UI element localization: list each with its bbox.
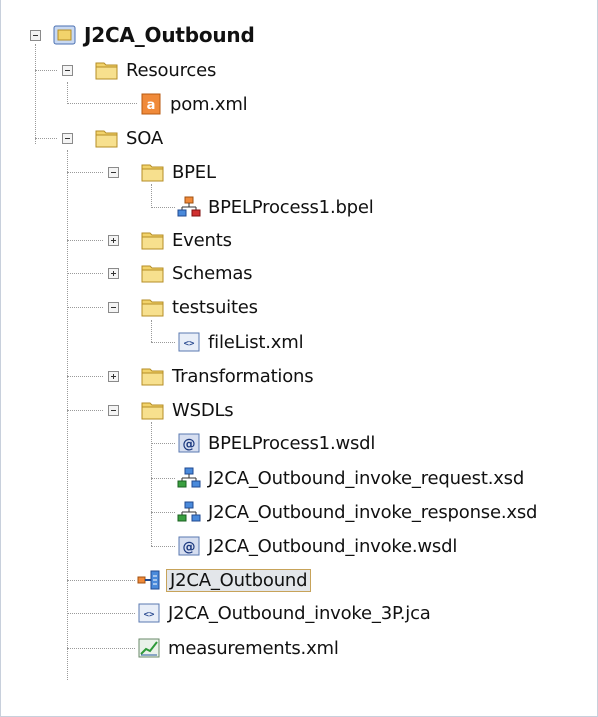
tree-connector	[151, 546, 175, 547]
tree-connector	[67, 240, 103, 241]
tree-node-label: pom.xml	[170, 93, 248, 115]
tree-connector	[151, 342, 175, 343]
tree-node-bpelprocess1-bpel[interactable]: BPELProcess1.bpel	[177, 191, 374, 223]
folder-icon	[141, 262, 165, 284]
tree-node-label: J2CA_Outbound_invoke_request.xsd	[208, 467, 525, 489]
xml-file-icon: <>	[177, 331, 201, 353]
tree-node-bpelprocess1-wsdl[interactable]: @ BPELProcess1.wsdl	[177, 427, 375, 459]
tree-connector	[151, 207, 175, 208]
tree-node-pom-xml[interactable]: a pom.xml	[139, 88, 248, 120]
tree-node-label: SOA	[126, 127, 163, 149]
svg-text:@: @	[183, 540, 196, 555]
tree-node-invoke-wsdl[interactable]: @ J2CA_Outbound_invoke.wsdl	[177, 530, 457, 562]
tree-connector	[151, 443, 175, 444]
tree-node-response-xsd[interactable]: J2CA_Outbound_invoke_response.xsd	[177, 496, 537, 528]
bpel-process-icon	[177, 196, 201, 218]
svg-text:<>: <>	[184, 339, 195, 349]
tree-node-label: measurements.xml	[168, 637, 339, 659]
svg-text:a: a	[147, 98, 156, 113]
tree-connector	[67, 103, 137, 104]
tree-node-j2ca-outbound-adapter[interactable]: J2CA_Outbound	[137, 564, 312, 596]
project-icon	[53, 24, 77, 46]
tree-connector	[35, 138, 57, 139]
tree-node-bpel[interactable]: BPEL	[141, 156, 216, 188]
tree-connector	[151, 320, 152, 342]
tree-connector	[67, 82, 68, 104]
tree-connector	[35, 70, 57, 71]
tree-node-transformations[interactable]: Transformations	[141, 360, 314, 392]
wsdl-file-icon: @	[177, 432, 201, 454]
tree-node-resources[interactable]: Resources	[95, 54, 216, 86]
tree-connector	[67, 410, 103, 411]
tree-connector	[151, 512, 175, 513]
tree-node-label: J2CA_Outbound_invoke.wsdl	[208, 535, 458, 557]
folder-icon	[141, 296, 165, 318]
wsdl-file-icon: @	[177, 535, 201, 557]
tree-connector	[67, 307, 103, 308]
expand-transformations-toggle[interactable]	[108, 371, 119, 382]
tree-node-measurements-xml[interactable]: measurements.xml	[137, 632, 339, 664]
tree-node-root[interactable]: J2CA_Outbound	[53, 19, 255, 51]
collapse-root-toggle[interactable]	[30, 30, 41, 41]
tree-node-label: J2CA_Outbound_invoke_3P.jca	[168, 602, 431, 624]
expand-events-toggle[interactable]	[108, 235, 119, 246]
expand-schemas-toggle[interactable]	[108, 268, 119, 279]
collapse-bpel-toggle[interactable]	[108, 167, 119, 178]
tree-node-filelist-xml[interactable]: <> fileList.xml	[177, 326, 304, 358]
folder-icon	[141, 161, 165, 183]
collapse-testsuites-toggle[interactable]	[108, 302, 119, 313]
measurements-chart-icon	[137, 637, 161, 659]
tree-connector	[67, 580, 135, 581]
tree-node-jca-file[interactable]: <> J2CA_Outbound_invoke_3P.jca	[137, 597, 431, 629]
tree-node-events[interactable]: Events	[141, 224, 232, 256]
tree-node-label: J2CA_Outbound	[166, 568, 312, 592]
project-tree: J2CA_Outbound Resources a pom.xml SOA BP…	[0, 0, 598, 717]
tree-node-label: Transformations	[172, 365, 314, 387]
tree-connector	[67, 613, 135, 614]
tree-node-label: testsuites	[172, 296, 258, 318]
tree-node-wsdls[interactable]: WSDLs	[141, 394, 234, 426]
tree-connector	[67, 273, 103, 274]
folder-icon	[141, 365, 165, 387]
tree-connector	[151, 422, 152, 546]
collapse-wsdls-toggle[interactable]	[108, 405, 119, 416]
tree-connector	[67, 172, 103, 173]
tree-node-label: J2CA_Outbound_invoke_response.xsd	[208, 501, 538, 523]
maven-file-icon: a	[139, 93, 163, 115]
tree-node-soa[interactable]: SOA	[95, 122, 163, 154]
collapse-soa-toggle[interactable]	[62, 133, 73, 144]
folder-icon	[95, 59, 119, 81]
tree-node-schemas[interactable]: Schemas	[141, 257, 253, 289]
adapter-icon	[137, 569, 161, 591]
tree-connector	[35, 44, 36, 144]
svg-text:<>: <>	[144, 610, 155, 620]
schema-file-icon	[177, 501, 201, 523]
tree-node-label: BPEL	[172, 161, 216, 183]
schema-file-icon	[177, 467, 201, 489]
tree-node-label: fileList.xml	[208, 331, 304, 353]
tree-node-label: J2CA_Outbound	[84, 23, 255, 47]
tree-connector	[67, 376, 103, 377]
svg-text:@: @	[183, 437, 196, 452]
tree-node-testsuites[interactable]: testsuites	[141, 291, 258, 323]
folder-icon	[141, 399, 165, 421]
tree-connector	[67, 648, 135, 649]
tree-node-label: Schemas	[172, 262, 253, 284]
tree-node-label: WSDLs	[172, 399, 234, 421]
tree-connector	[151, 478, 175, 479]
folder-icon	[141, 229, 165, 251]
tree-connector	[67, 150, 68, 680]
collapse-resources-toggle[interactable]	[62, 65, 73, 76]
tree-node-label: Resources	[126, 59, 217, 81]
tree-node-label: BPELProcess1.wsdl	[208, 432, 376, 454]
xml-file-icon: <>	[137, 602, 161, 624]
folder-icon	[95, 127, 119, 149]
tree-node-label: Events	[172, 229, 232, 251]
tree-node-request-xsd[interactable]: J2CA_Outbound_invoke_request.xsd	[177, 462, 524, 494]
tree-node-label: BPELProcess1.bpel	[208, 196, 374, 218]
